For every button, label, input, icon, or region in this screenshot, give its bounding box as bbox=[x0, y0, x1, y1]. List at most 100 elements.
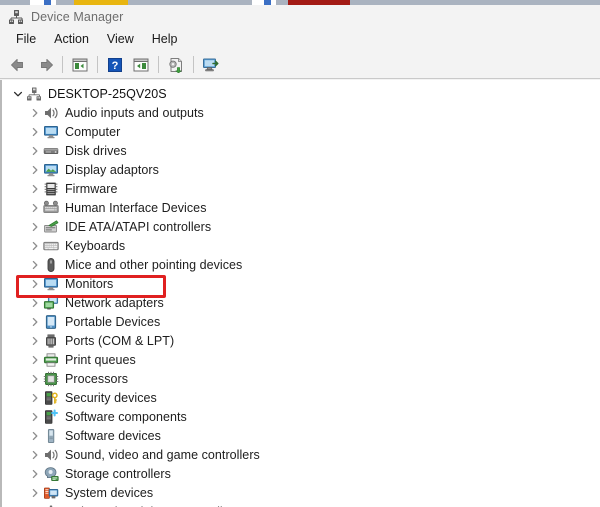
back-button[interactable] bbox=[6, 53, 32, 77]
chevron-right-icon bbox=[32, 374, 37, 383]
tree-twisty-software-components[interactable] bbox=[26, 407, 43, 426]
chevron-right-icon bbox=[32, 393, 37, 402]
chevron-right-icon bbox=[32, 108, 37, 117]
tree-row-ide-ata-atapi-controllers[interactable]: IDE ATA/ATAPI controllers bbox=[2, 217, 600, 236]
tree-row-disk-drives[interactable]: Disk drives bbox=[2, 141, 600, 160]
show-hide-console-button[interactable] bbox=[67, 53, 93, 77]
menu-file[interactable]: File bbox=[7, 30, 45, 49]
device-tree: DESKTOP-25QV20S Audio inputs and outputs C… bbox=[2, 80, 600, 507]
tree-twisty-mice-and-other-pointing-devices[interactable] bbox=[26, 255, 43, 274]
properties-panel-icon bbox=[133, 58, 149, 71]
tree-twisty-universal-serial-bus-controllers[interactable] bbox=[26, 502, 43, 507]
tree-twisty-disk-drives[interactable] bbox=[26, 141, 43, 160]
tree-row-display-adaptors[interactable]: Display adaptors bbox=[2, 160, 600, 179]
speaker-icon bbox=[45, 107, 58, 118]
tree-row-sound-video-and-game-controllers[interactable]: Sound, video and game controllers bbox=[2, 445, 600, 464]
tree-twisty-ports-com-lpt[interactable] bbox=[26, 331, 43, 350]
keyboard-icon bbox=[43, 241, 59, 250]
chevron-right-icon bbox=[32, 431, 37, 440]
tree-twisty-system-devices[interactable] bbox=[26, 483, 43, 502]
tree-row-label: Keyboards bbox=[65, 238, 126, 253]
scan-hardware-button[interactable] bbox=[198, 53, 224, 77]
toolbar-separator-3 bbox=[158, 56, 159, 73]
tree-row-firmware[interactable]: Firmware bbox=[2, 179, 600, 198]
tree-twisty-root[interactable] bbox=[9, 84, 26, 103]
tree-row-label: Firmware bbox=[65, 181, 118, 196]
tree-twisty-audio-inputs-and-outputs[interactable] bbox=[26, 103, 43, 122]
help-question-icon: ? bbox=[108, 57, 122, 72]
tree-twisty-firmware[interactable] bbox=[26, 179, 43, 198]
properties-button[interactable] bbox=[128, 53, 154, 77]
menu-action[interactable]: Action bbox=[45, 30, 98, 49]
tree-row-print-queues[interactable]: Print queues bbox=[2, 350, 600, 369]
toolbar-separator-4 bbox=[193, 56, 194, 73]
tree-row-label: System devices bbox=[65, 485, 154, 500]
tree-twisty-sound-video-and-game-controllers[interactable] bbox=[26, 445, 43, 464]
tree-row-label: Monitors bbox=[65, 276, 114, 291]
tree-twisty-portable-devices[interactable] bbox=[26, 312, 43, 331]
tree-row-computer[interactable]: Computer bbox=[2, 122, 600, 141]
menu-help[interactable]: Help bbox=[143, 30, 187, 49]
tree-row-mice-and-other-pointing-devices[interactable]: Mice and other pointing devices bbox=[2, 255, 600, 274]
tree-row-network-adapters[interactable]: Network adapters bbox=[2, 293, 600, 312]
tree-row-root[interactable]: DESKTOP-25QV20S bbox=[2, 84, 600, 103]
tree-row-label: Human Interface Devices bbox=[65, 200, 207, 215]
tree-row-portable-devices[interactable]: Portable Devices bbox=[2, 312, 600, 331]
tree-twisty-software-devices[interactable] bbox=[26, 426, 43, 445]
tree-row-security-devices[interactable]: Security devices bbox=[2, 388, 600, 407]
menu-view[interactable]: View bbox=[98, 30, 143, 49]
tree-row-label: Storage controllers bbox=[65, 466, 171, 481]
help-button[interactable]: ? bbox=[102, 53, 128, 77]
tree-twisty-ide-ata-atapi-controllers[interactable] bbox=[26, 217, 43, 236]
ide-controller-icon bbox=[44, 219, 59, 232]
tree-twisty-computer[interactable] bbox=[26, 122, 43, 141]
tree-row-system-devices[interactable]: System devices bbox=[2, 483, 600, 502]
storage-controller-icon bbox=[44, 466, 59, 481]
firmware-chip-icon bbox=[44, 182, 58, 195]
tree-twisty-security-devices[interactable] bbox=[26, 388, 43, 407]
speaker-icon bbox=[45, 449, 58, 460]
tree-twisty-display-adaptors[interactable] bbox=[26, 160, 43, 179]
forward-button[interactable] bbox=[32, 53, 58, 77]
tree-twisty-network-adapters[interactable] bbox=[26, 293, 43, 312]
title-bar: Device Manager bbox=[0, 5, 600, 28]
update-driver-button[interactable] bbox=[163, 53, 189, 77]
tree-twisty-monitors[interactable] bbox=[26, 274, 43, 293]
tree-row-universal-serial-bus-controllers[interactable]: Universal Serial Bus controllers bbox=[2, 502, 600, 507]
tree-row-human-interface-devices[interactable]: Human Interface Devices bbox=[2, 198, 600, 217]
tree-row-keyboards[interactable]: Keyboards bbox=[2, 236, 600, 255]
tree-twisty-keyboards[interactable] bbox=[26, 236, 43, 255]
software-component-icon bbox=[45, 409, 59, 424]
chevron-right-icon bbox=[32, 298, 37, 307]
tree-twisty-processors[interactable] bbox=[26, 369, 43, 388]
tree-row-monitors[interactable]: Monitors bbox=[2, 274, 600, 293]
tree-row-label: Ports (COM & LPT) bbox=[65, 333, 175, 348]
hid-icon bbox=[43, 200, 59, 213]
chevron-right-icon bbox=[32, 127, 37, 136]
chevron-right-icon bbox=[32, 469, 37, 478]
scan-hardware-icon bbox=[203, 58, 219, 71]
tree-row-storage-controllers[interactable]: Storage controllers bbox=[2, 464, 600, 483]
tree-row-label: IDE ATA/ATAPI controllers bbox=[65, 219, 212, 234]
update-driver-icon bbox=[169, 57, 182, 73]
chevron-right-icon bbox=[32, 317, 37, 326]
tree-twisty-print-queues[interactable] bbox=[26, 350, 43, 369]
monitor-icon bbox=[44, 277, 58, 290]
printer-icon bbox=[43, 352, 59, 367]
tree-twisty-storage-controllers[interactable] bbox=[26, 464, 43, 483]
tree-twisty-human-interface-devices[interactable] bbox=[26, 198, 43, 217]
device-tree-pane[interactable]: DESKTOP-25QV20S Audio inputs and outputs C… bbox=[0, 80, 600, 507]
tree-row-audio-inputs-and-outputs[interactable]: Audio inputs and outputs bbox=[2, 103, 600, 122]
chevron-down-icon bbox=[13, 91, 22, 96]
console-tree-icon bbox=[72, 58, 88, 71]
tree-row-ports-com-lpt[interactable]: Ports (COM & LPT) bbox=[2, 331, 600, 350]
mouse-icon bbox=[47, 257, 55, 272]
tree-row-label: Security devices bbox=[65, 390, 157, 405]
chevron-right-icon bbox=[32, 260, 37, 269]
computer-root-icon bbox=[27, 87, 41, 100]
tree-row-software-components[interactable]: Software components bbox=[2, 407, 600, 426]
tree-row-software-devices[interactable]: Software devices bbox=[2, 426, 600, 445]
usb-icon bbox=[48, 505, 54, 507]
tree-row-label: Display adaptors bbox=[65, 162, 159, 177]
tree-row-processors[interactable]: Processors bbox=[2, 369, 600, 388]
